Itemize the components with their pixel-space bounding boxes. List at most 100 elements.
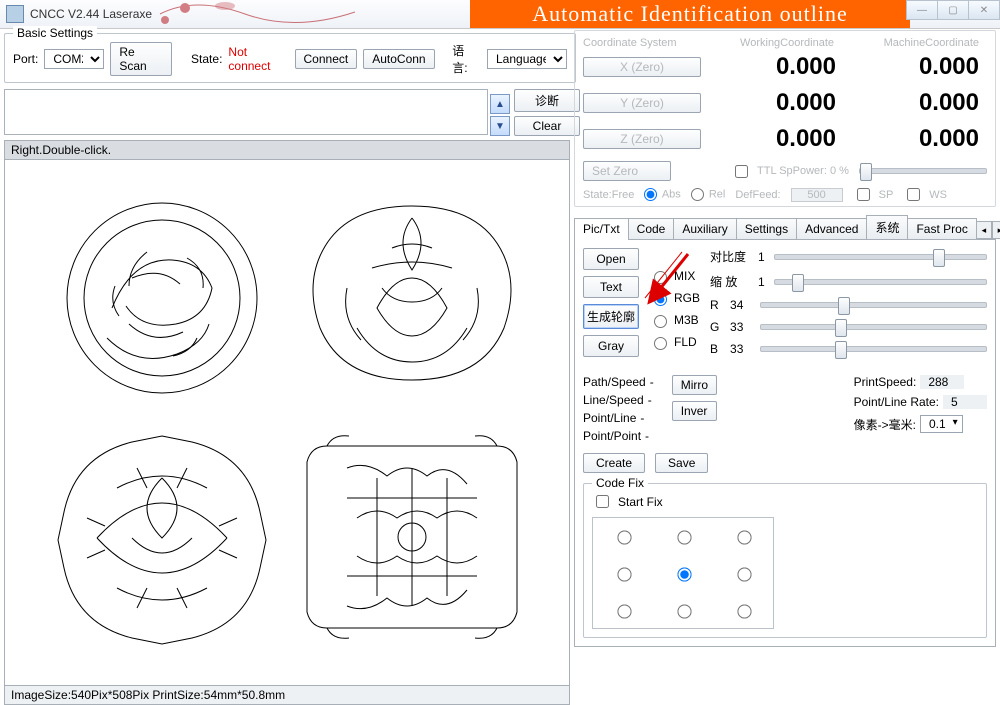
- m3b-radio[interactable]: M3B: [649, 312, 700, 328]
- ttl-checkbox[interactable]: TTL SpPower: 0 %: [731, 162, 849, 181]
- inver-button[interactable]: Inver: [672, 401, 717, 421]
- g-slider[interactable]: [760, 324, 987, 330]
- language-select[interactable]: Language: [487, 49, 567, 69]
- coord-head-work: WorkingCoordinate: [697, 37, 842, 49]
- z-zero-button[interactable]: Z (Zero): [583, 129, 701, 149]
- plrate-label: Point/Line Rate:: [854, 395, 939, 409]
- console-down-button[interactable]: ▼: [490, 116, 510, 136]
- title-bar: CNCC V2.44 Laseraxe Automatic Identifica…: [0, 0, 1000, 29]
- banner-text: Automatic Identification outline: [470, 0, 910, 28]
- contrast-value: 1: [758, 250, 768, 264]
- anchor-center[interactable]: [677, 567, 691, 581]
- maximize-button[interactable]: ▢: [937, 0, 969, 20]
- state-free-label: State:Free: [583, 189, 634, 201]
- mirro-button[interactable]: Mirro: [672, 375, 717, 395]
- tab-scroll-left[interactable]: ◂: [976, 221, 992, 239]
- connect-button[interactable]: Connect: [295, 49, 358, 69]
- anchor-mr[interactable]: [737, 567, 751, 581]
- tab-auxiliary[interactable]: Auxiliary: [673, 218, 736, 239]
- rgb-radio[interactable]: RGB: [649, 290, 700, 306]
- pix2mm-select[interactable]: 0.1: [920, 415, 963, 433]
- tab-settings[interactable]: Settings: [736, 218, 797, 239]
- contrast-slider[interactable]: [774, 254, 987, 260]
- printspeed-value: 288: [920, 375, 964, 389]
- codefix-legend: Code Fix: [592, 476, 648, 490]
- tab-system[interactable]: 系统: [866, 215, 908, 239]
- startfix-checkbox[interactable]: Start Fix: [592, 492, 978, 511]
- g-label: G: [710, 320, 722, 334]
- pointpoint-label: Point/Point: [583, 429, 641, 443]
- close-button[interactable]: ✕: [968, 0, 1000, 20]
- coordinate-group: Coordinate System WorkingCoordinate Mach…: [574, 30, 996, 207]
- tabs: Pic/Txt Code Auxiliary Settings Advanced…: [574, 215, 996, 647]
- tab-advanced[interactable]: Advanced: [796, 218, 867, 239]
- y-zero-button[interactable]: Y (Zero): [583, 93, 701, 113]
- canvas[interactable]: [5, 160, 569, 685]
- anchor-tr[interactable]: [737, 531, 751, 545]
- anchor-bl[interactable]: [617, 604, 631, 618]
- gray-button[interactable]: Gray: [583, 335, 639, 357]
- anchor-bc[interactable]: [677, 604, 691, 618]
- title-decor: [155, 0, 405, 28]
- r-label: R: [710, 298, 722, 312]
- canvas-header: Right.Double-click.: [5, 141, 569, 160]
- z-work-value: 0.000: [701, 125, 844, 153]
- console-up-button[interactable]: ▲: [490, 94, 510, 114]
- coord-head-sys: Coordinate System: [583, 37, 697, 49]
- anchor-tc[interactable]: [677, 531, 691, 545]
- preview-svg: [37, 188, 537, 658]
- rescan-button[interactable]: Re Scan: [110, 42, 171, 76]
- scale-slider[interactable]: [774, 279, 987, 285]
- text-button[interactable]: Text: [583, 276, 639, 298]
- x-zero-button[interactable]: X (Zero): [583, 57, 701, 77]
- mix-radio[interactable]: MIX: [649, 268, 700, 284]
- minimize-button[interactable]: —: [906, 0, 938, 20]
- rel-radio[interactable]: Rel: [691, 188, 726, 201]
- b-slider[interactable]: [760, 346, 987, 352]
- canvas-footer: ImageSize:540Pix*508Pix PrintSize:54mm*5…: [5, 685, 569, 704]
- anchor-ml[interactable]: [617, 567, 631, 581]
- gen-outline-button[interactable]: 生成轮廓: [583, 304, 639, 329]
- tab-code[interactable]: Code: [628, 218, 675, 239]
- save-button[interactable]: Save: [655, 453, 708, 473]
- anchor-br[interactable]: [737, 604, 751, 618]
- basic-settings-legend: Basic Settings: [13, 26, 97, 40]
- anchor-tl[interactable]: [617, 531, 631, 545]
- scale-value: 1: [758, 275, 768, 289]
- tab-pictxt[interactable]: Pic/Txt: [574, 218, 629, 240]
- autoconn-button[interactable]: AutoConn: [363, 49, 434, 69]
- b-label: B: [710, 342, 722, 356]
- state-label: State:: [191, 52, 222, 66]
- tab-scroll-right[interactable]: ▸: [992, 221, 1000, 239]
- scale-label: 缩 放: [710, 273, 752, 290]
- linespeed-label: Line/Speed: [583, 393, 644, 407]
- console-box[interactable]: [4, 89, 488, 135]
- deffeed-label: DefFeed:: [735, 189, 780, 201]
- state-value: Not connect: [228, 45, 288, 73]
- contrast-label: 对比度: [710, 248, 752, 265]
- port-label: Port:: [13, 52, 38, 66]
- diagnose-button[interactable]: 诊断: [514, 89, 580, 112]
- r-value: 34: [730, 298, 752, 312]
- y-work-value: 0.000: [701, 89, 844, 117]
- open-button[interactable]: Open: [583, 248, 639, 270]
- sp-checkbox[interactable]: SP: [853, 185, 894, 204]
- anchor-grid: [592, 517, 774, 629]
- basic-settings-group: Basic Settings Port: COM2 Re Scan State:…: [4, 33, 576, 83]
- plrate-value: 5: [943, 395, 987, 409]
- tab-body: Open Text 生成轮廓 Gray MIX RGB M3B FLD 对比度 …: [574, 240, 996, 647]
- console-area: ▲ ▼ 诊断 Clear: [4, 89, 568, 136]
- printspeed-label: PrintSpeed:: [854, 375, 917, 389]
- port-select[interactable]: COM2: [44, 49, 104, 69]
- window-buttons: — ▢ ✕: [907, 0, 1000, 20]
- app-icon: [6, 5, 24, 23]
- tab-fastproc[interactable]: Fast Proc: [907, 218, 976, 239]
- abs-radio[interactable]: Abs: [644, 188, 680, 201]
- codefix-group: Code Fix Start Fix: [583, 483, 987, 638]
- ws-checkbox[interactable]: WS: [903, 185, 947, 204]
- fld-radio[interactable]: FLD: [649, 334, 700, 350]
- setzero-button[interactable]: Set Zero: [583, 161, 671, 181]
- clear-button[interactable]: Clear: [514, 116, 580, 136]
- r-slider[interactable]: [760, 302, 987, 308]
- create-button[interactable]: Create: [583, 453, 645, 473]
